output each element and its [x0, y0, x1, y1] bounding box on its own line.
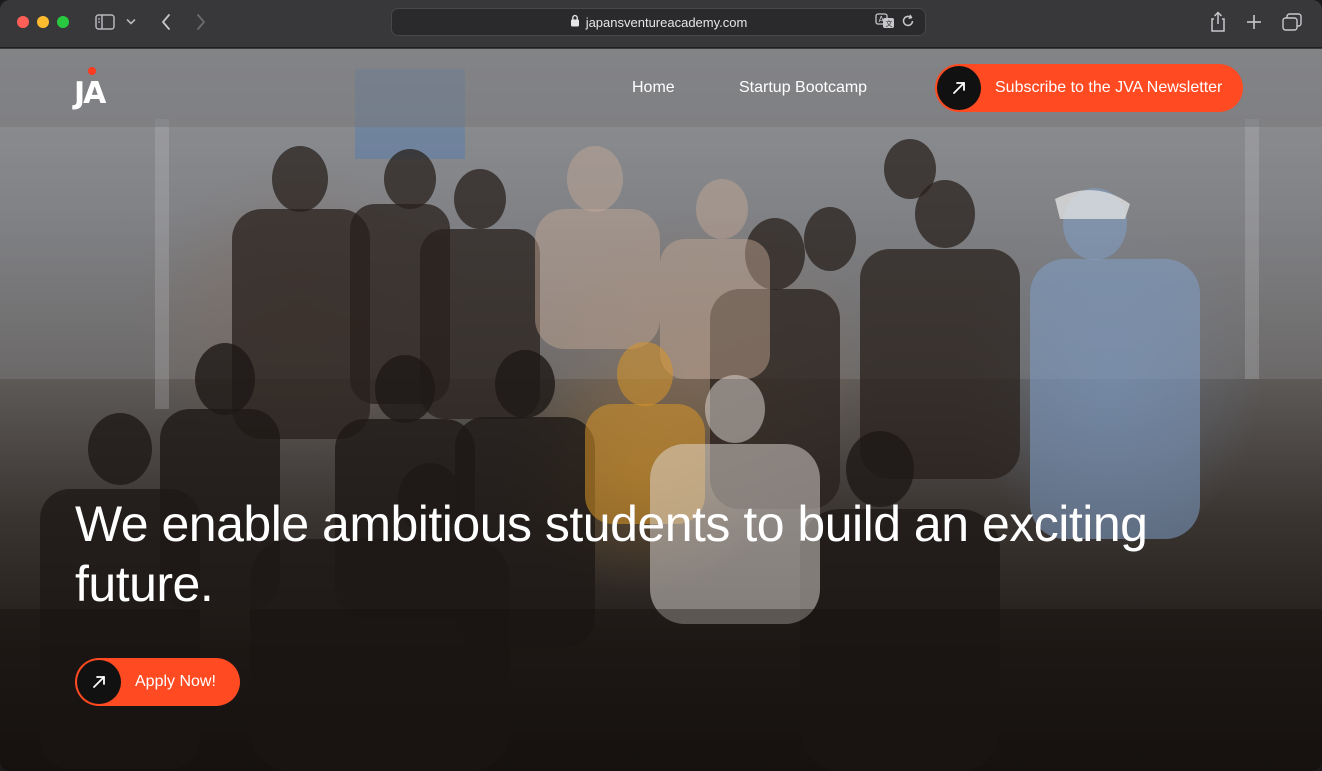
browser-window: japansventureacademy.com A文 JA Home Star… [0, 0, 1322, 771]
subscribe-newsletter-button[interactable]: Subscribe to the JVA Newsletter [935, 64, 1243, 112]
lock-icon [570, 14, 580, 30]
apply-now-button[interactable]: Apply Now! [75, 658, 240, 706]
jva-logo[interactable]: JA [74, 67, 126, 109]
logo-dot [88, 67, 96, 75]
sidebar-icon[interactable] [94, 11, 116, 33]
apply-now-label: Apply Now! [135, 673, 216, 690]
hero-headline: We enable ambitious students to build an… [75, 496, 1148, 612]
chevron-down-icon[interactable] [124, 11, 138, 33]
nav-home-link[interactable]: Home [632, 78, 675, 98]
close-window-button[interactable] [17, 16, 29, 28]
plus-icon[interactable] [1243, 11, 1265, 33]
maximize-window-button[interactable] [57, 16, 69, 28]
subscribe-newsletter-label: Subscribe to the JVA Newsletter [995, 79, 1223, 96]
browser-toolbar: japansventureacademy.com A文 [0, 0, 1322, 48]
logo-text: JA [74, 76, 106, 111]
tab-overview-icon[interactable] [1281, 11, 1303, 33]
address-bar[interactable]: japansventureacademy.com A文 [391, 8, 926, 36]
share-icon[interactable] [1207, 9, 1229, 35]
arrow-up-right-icon [77, 660, 121, 704]
svg-text:文: 文 [886, 19, 893, 28]
forward-arrow-icon[interactable] [191, 11, 211, 33]
arrow-up-right-icon [937, 66, 981, 110]
site-header: JA Home Startup Bootcamp Subscribe to th… [0, 49, 1322, 127]
translate-icon[interactable]: A文 [875, 13, 895, 34]
nav-bootcamp-link[interactable]: Startup Bootcamp [739, 78, 867, 98]
minimize-window-button[interactable] [37, 16, 49, 28]
url-text: japansventureacademy.com [585, 14, 748, 30]
back-arrow-icon[interactable] [156, 11, 176, 33]
hero-section: JA Home Startup Bootcamp Subscribe to th… [0, 49, 1322, 771]
reload-icon[interactable] [901, 14, 915, 33]
